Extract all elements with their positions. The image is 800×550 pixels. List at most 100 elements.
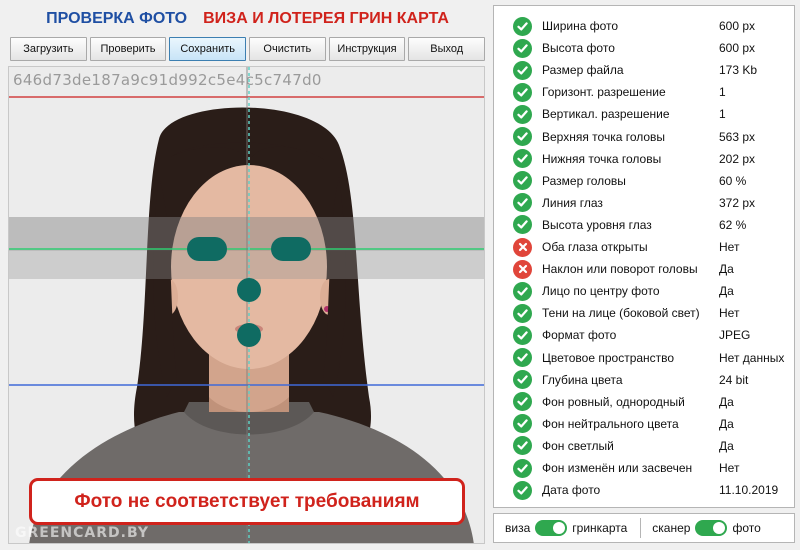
app-window: ПРОВЕРКА ФОТО ВИЗА И ЛОТЕРЕЯ ГРИН КАРТА … — [0, 0, 800, 550]
check-row: Горизонт. разрешение 1 — [494, 81, 794, 103]
check-pass-icon — [513, 171, 532, 191]
exit-button[interactable]: Выход — [408, 37, 486, 61]
switch-label-photo: фото — [732, 521, 761, 535]
check-pass-icon — [513, 348, 532, 367]
check-value: 1 — [719, 107, 726, 122]
mode-switches: виза гринкарта сканер фото — [493, 513, 795, 543]
check-value: Да — [719, 394, 734, 409]
check-pass-icon — [513, 193, 532, 213]
check-label: Наклон или поворот головы — [542, 262, 698, 277]
check-label: Нижняя точка головы — [542, 151, 662, 166]
check-label: Формат фото — [542, 328, 617, 343]
check-label: Тени на лице (боковой свет) — [542, 306, 700, 321]
check-pass-icon — [513, 127, 532, 146]
check-pass-icon — [513, 325, 532, 345]
toolbar: Загрузить Проверить Сохранить Очистить И… — [10, 37, 486, 61]
check-label: Фон ровный, однородный — [542, 394, 685, 409]
check-pass-icon — [513, 303, 532, 323]
check-value: 60 % — [719, 173, 747, 188]
check-value: Да — [719, 262, 734, 277]
check-label: Линия глаз — [542, 195, 603, 210]
check-label: Глубина цвета — [542, 372, 623, 387]
check-pass-icon — [513, 215, 532, 235]
toggle-knob — [553, 522, 566, 534]
switch-label-visa: виза — [505, 521, 531, 535]
switch-label-scanner: сканер — [652, 521, 691, 535]
check-value: 372 px — [719, 195, 756, 210]
check-label: Размер головы — [542, 173, 626, 188]
check-label: Вертикал. разрешение — [542, 107, 670, 122]
check-pass-icon — [513, 458, 532, 478]
check-label: Высота фото — [542, 41, 615, 56]
check-pass-icon — [513, 82, 532, 102]
check-row: Оба глаза открыты Нет — [494, 236, 794, 258]
check-row: Высота уровня глаз 62 % — [494, 214, 794, 236]
instructions-button[interactable]: Инструкция — [328, 37, 406, 61]
check-pass-icon — [513, 38, 532, 58]
checks-panel: Ширина фото 600 px Высота фото 600 px Размер… — [493, 5, 795, 508]
check-pass-icon — [513, 16, 532, 36]
check-row: Наклон или поворот головы Да — [494, 258, 794, 280]
check-value: 600 px — [719, 41, 756, 56]
clear-button[interactable]: Очистить — [249, 37, 326, 61]
visa-greencard-toggle[interactable] — [535, 520, 568, 536]
check-pass-icon — [513, 149, 532, 169]
save-button[interactable]: Сохранить — [169, 37, 247, 61]
check-value: 24 bit — [719, 372, 749, 387]
watermark: GREENCARD.BY — [15, 525, 149, 541]
check-pass-icon — [513, 370, 532, 390]
check-row: Цветовое пространство Нет данных — [494, 347, 794, 369]
check-row: Фон нейтрального цвета Да — [494, 413, 794, 435]
check-label: Ширина фото — [542, 19, 619, 33]
load-button[interactable]: Загрузить — [10, 37, 87, 61]
photo-preview: 646d73de187a9c91d992c5e4c5c747d0 Фото не… — [8, 66, 485, 544]
check-value: Да — [719, 416, 734, 431]
check-row: Фон ровный, однородный Да — [494, 391, 794, 413]
check-value: 62 % — [719, 217, 747, 232]
check-label: Размер файла — [542, 63, 624, 78]
check-pass-icon — [513, 436, 532, 456]
check-value: Нет — [719, 306, 740, 321]
check-row: Размер файла 173 Kb — [494, 59, 794, 81]
check-value: Нет — [719, 240, 740, 254]
check-row: Фон изменён или засвечен Нет — [494, 457, 794, 479]
check-row: Ширина фото 600 px — [494, 15, 794, 37]
check-value: Да — [719, 438, 734, 453]
check-value: 11.10.2019 — [719, 483, 779, 498]
check-value: 563 px — [719, 129, 756, 144]
portrait-illustration — [9, 67, 484, 543]
verdict-banner: Фото не соответствует требованиям — [29, 478, 465, 525]
check-value: 173 Kb — [719, 63, 758, 78]
check-label: Фон светлый — [542, 438, 614, 453]
check-row: Формат фото JPEG — [494, 324, 794, 346]
toggle-knob — [713, 522, 726, 534]
switch-label-greencard: гринкарта — [572, 521, 628, 535]
check-label: Высота уровня глаз — [542, 217, 652, 232]
check-value: 202 px — [719, 151, 756, 166]
check-pass-icon — [513, 281, 532, 301]
check-value: 1 — [719, 85, 726, 100]
check-row: Размер головы 60 % — [494, 170, 794, 192]
scanner-photo-switch: сканер фото — [641, 520, 761, 536]
check-label: Лицо по центру фото — [542, 284, 660, 299]
scanner-photo-toggle[interactable] — [695, 520, 728, 536]
check-label: Верхняя точка головы — [542, 129, 666, 144]
check-pass-icon — [513, 392, 532, 412]
check-button[interactable]: Проверить — [89, 37, 167, 61]
check-label: Горизонт. разрешение — [542, 85, 666, 100]
check-row: Фон светлый Да — [494, 435, 794, 457]
check-value: JPEG — [719, 328, 751, 343]
check-label: Оба глаза открыты — [542, 240, 648, 254]
check-pass-icon — [513, 480, 532, 500]
check-row: Глубина цвета 24 bit — [494, 369, 794, 391]
check-row: Высота фото 600 px — [494, 37, 794, 59]
check-pass-icon — [513, 414, 532, 434]
check-row: Верхняя точка головы 563 px — [494, 126, 794, 148]
visa-greencard-switch: виза гринкарта — [494, 520, 627, 536]
check-row: Тени на лице (боковой свет) Нет — [494, 302, 794, 324]
title-visa-lottery: ВИЗА И ЛОТЕРЕЯ ГРИН КАРТА — [203, 10, 449, 27]
check-label: Фон изменён или засвечен — [542, 461, 693, 475]
check-label: Цветовое пространство — [542, 350, 675, 365]
title-photo-check: ПРОВЕРКА ФОТО — [46, 10, 188, 27]
photo-hash: 646d73de187a9c91d992c5e4c5c747d0 — [13, 71, 322, 89]
